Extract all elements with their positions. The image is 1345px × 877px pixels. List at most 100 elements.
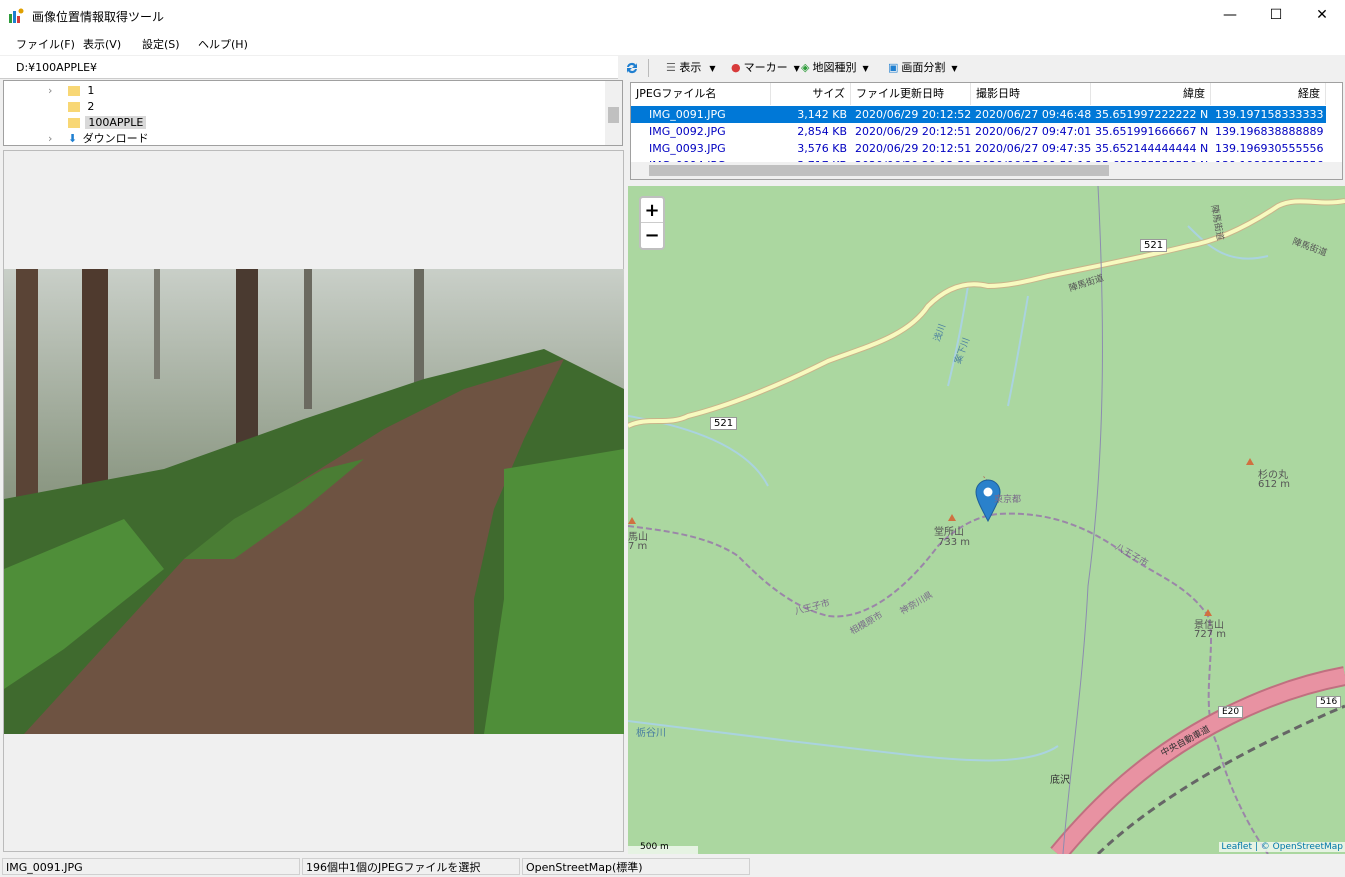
- zoom-in-button[interactable]: +: [641, 198, 663, 223]
- tree-item-label: 100APPLE: [85, 116, 147, 129]
- cell-longitude: 139.196930555556 E: [1215, 142, 1326, 155]
- toolbar-separator: [648, 59, 649, 77]
- column-header[interactable]: JPEGファイル名: [631, 83, 771, 105]
- chevron-right-icon: ›: [48, 132, 53, 145]
- cell-longitude: 139.197158333333 E: [1211, 106, 1326, 123]
- chevron-down-icon: ▼: [709, 64, 716, 73]
- map-label: 東京都: [994, 495, 1022, 505]
- path-bar[interactable]: D:¥100APPLE¥: [0, 56, 623, 79]
- route-shield: 516: [1316, 696, 1342, 708]
- cell-taken: 2020/06/27 09:47:35: [975, 142, 1091, 155]
- cell-latitude: 35.651997222222 N: [1091, 106, 1211, 123]
- cell-size: 3,142 KB: [771, 106, 851, 123]
- chevron-down-icon: ▼: [793, 64, 800, 73]
- image-preview-pane: [3, 150, 624, 852]
- map-label: 7 m: [628, 541, 648, 552]
- map-label: 底沢: [1050, 775, 1070, 786]
- menu-view[interactable]: 表示(V): [83, 36, 121, 52]
- download-icon: ⬇: [67, 132, 78, 145]
- cell-latitude: 35.651991666667 N: [1095, 125, 1209, 138]
- tree-item-label: 1: [87, 84, 95, 97]
- map-label: 733 m: [938, 537, 971, 548]
- title-bar: 画像位置情報取得ツール — ☐ ✕: [0, 0, 1345, 31]
- map-type-icon: ◈: [801, 61, 810, 74]
- route-shield: 521: [1140, 239, 1168, 252]
- status-map-type: OpenStreetMap(標準): [522, 858, 750, 875]
- cell-filename: IMG_0093.JPG: [649, 142, 726, 155]
- map-pin-icon: ●: [731, 61, 741, 74]
- status-filename: IMG_0091.JPG: [2, 858, 300, 875]
- list-icon: ☰: [666, 61, 680, 74]
- cell-modified: 2020/06/29 20:12:52: [851, 106, 971, 123]
- view-label: 表示: [679, 61, 702, 74]
- map-type-label: 地図種別: [812, 61, 857, 74]
- tree-item[interactable]: › 1: [48, 83, 94, 99]
- split-dropdown[interactable]: ▣ 画面分割 ▼: [888, 59, 958, 77]
- tree-item[interactable]: › 2: [48, 99, 94, 115]
- status-bar: IMG_0091.JPG 196個中1個のJPEGファイルを選択 OpenStr…: [0, 856, 1345, 877]
- cell-modified: 2020/06/29 20:12:51: [855, 125, 971, 138]
- close-button[interactable]: ✕: [1299, 0, 1345, 31]
- cell-filename: IMG_0091.JPG: [631, 106, 771, 123]
- menu-help[interactable]: ヘルプ(H): [198, 36, 248, 52]
- menu-bar: ファイル(F) 表示(V) 設定(S) ヘルプ(H): [0, 31, 1345, 55]
- map-canvas[interactable]: [628, 186, 1345, 854]
- column-header[interactable]: サイズ: [771, 83, 851, 105]
- route-shield: E20: [1218, 706, 1244, 718]
- chevron-right-icon: ›: [48, 84, 53, 97]
- cell-modified: 2020/06/29 20:12:51: [855, 142, 971, 155]
- folder-icon: [67, 86, 80, 96]
- marker-dropdown[interactable]: ● マーカー ▼: [731, 59, 800, 77]
- zoom-out-button[interactable]: −: [641, 223, 663, 248]
- map-view[interactable]: + − 521 521 陣馬街道 陣馬街道 陣馬街道 浅川 案下川 杉の丸 61…: [628, 186, 1345, 854]
- column-header[interactable]: 緯度: [1091, 83, 1211, 105]
- cell-taken: 2020/06/27 09:47:01: [975, 125, 1091, 138]
- window-title: 画像位置情報取得ツール: [32, 10, 165, 24]
- column-header[interactable]: 撮影日時: [971, 83, 1091, 105]
- map-label: 727 m: [1194, 629, 1227, 640]
- maximize-button[interactable]: ☐: [1253, 0, 1299, 31]
- folder-tree[interactable]: › 1 › 2 › 100APPLE › ⬇ ダウンロード: [3, 80, 623, 146]
- tree-item-label: 2: [87, 100, 95, 113]
- sync-icon[interactable]: [624, 60, 640, 76]
- cell-longitude: 139.196838888889 E: [1215, 125, 1326, 138]
- tree-scrollbar[interactable]: [605, 81, 622, 145]
- map-attribution[interactable]: Leaflet | © OpenStreetMap: [1219, 842, 1345, 852]
- photo-preview: [4, 269, 624, 734]
- map-zoom-control: + −: [639, 196, 665, 250]
- app-icon: [9, 8, 24, 23]
- map-label: 栃谷川: [636, 728, 666, 739]
- scrollbar-thumb[interactable]: [608, 107, 619, 123]
- scrollbar-thumb[interactable]: [649, 165, 1109, 176]
- file-list-hscrollbar[interactable]: [631, 162, 1342, 179]
- menu-settings[interactable]: 設定(S): [142, 36, 180, 52]
- map-label: 612 m: [1258, 479, 1291, 490]
- menu-file[interactable]: ファイル(F): [16, 36, 75, 52]
- view-dropdown[interactable]: ☰ 表示 ▼: [666, 59, 716, 77]
- cell-taken: 2020/06/27 09:46:48: [971, 106, 1091, 123]
- cell-latitude: 35.652144444444 N: [1095, 142, 1209, 155]
- cell-size: 3,576 KB: [797, 142, 847, 155]
- file-list[interactable]: JPEGファイル名 サイズ ファイル更新日時 撮影日時 緯度 経度 IMG_00…: [630, 82, 1343, 180]
- chevron-down-icon: ▼: [862, 64, 869, 73]
- current-path: D:¥100APPLE¥: [16, 61, 98, 74]
- status-selection: 196個中1個のJPEGファイルを選択: [302, 858, 520, 875]
- chevron-down-icon: ▼: [951, 64, 958, 73]
- map-label: 堂所山: [934, 527, 964, 538]
- column-header[interactable]: 経度: [1211, 83, 1326, 105]
- tree-item[interactable]: › ⬇ ダウンロード: [48, 131, 149, 145]
- folder-icon: [67, 118, 80, 128]
- tree-item-label: ダウンロード: [82, 132, 149, 145]
- minimize-button[interactable]: —: [1207, 0, 1253, 31]
- cell-size: 2,854 KB: [797, 125, 847, 138]
- cell-filename: IMG_0092.JPG: [649, 125, 726, 138]
- marker-label: マーカー: [743, 61, 788, 74]
- split-screen-icon: ▣: [888, 61, 899, 74]
- toolbar: ☰ 表示 ▼ ● マーカー ▼ ◈ 地図種別 ▼ ▣ 画面分割 ▼: [618, 56, 1345, 79]
- split-label: 画面分割: [901, 61, 946, 74]
- route-shield: 521: [710, 417, 738, 430]
- tree-item-selected[interactable]: › 100APPLE: [48, 115, 147, 131]
- map-type-dropdown[interactable]: ◈ 地図種別 ▼: [801, 59, 869, 77]
- column-header[interactable]: ファイル更新日時: [851, 83, 971, 105]
- map-scale: 500 m: [640, 842, 669, 852]
